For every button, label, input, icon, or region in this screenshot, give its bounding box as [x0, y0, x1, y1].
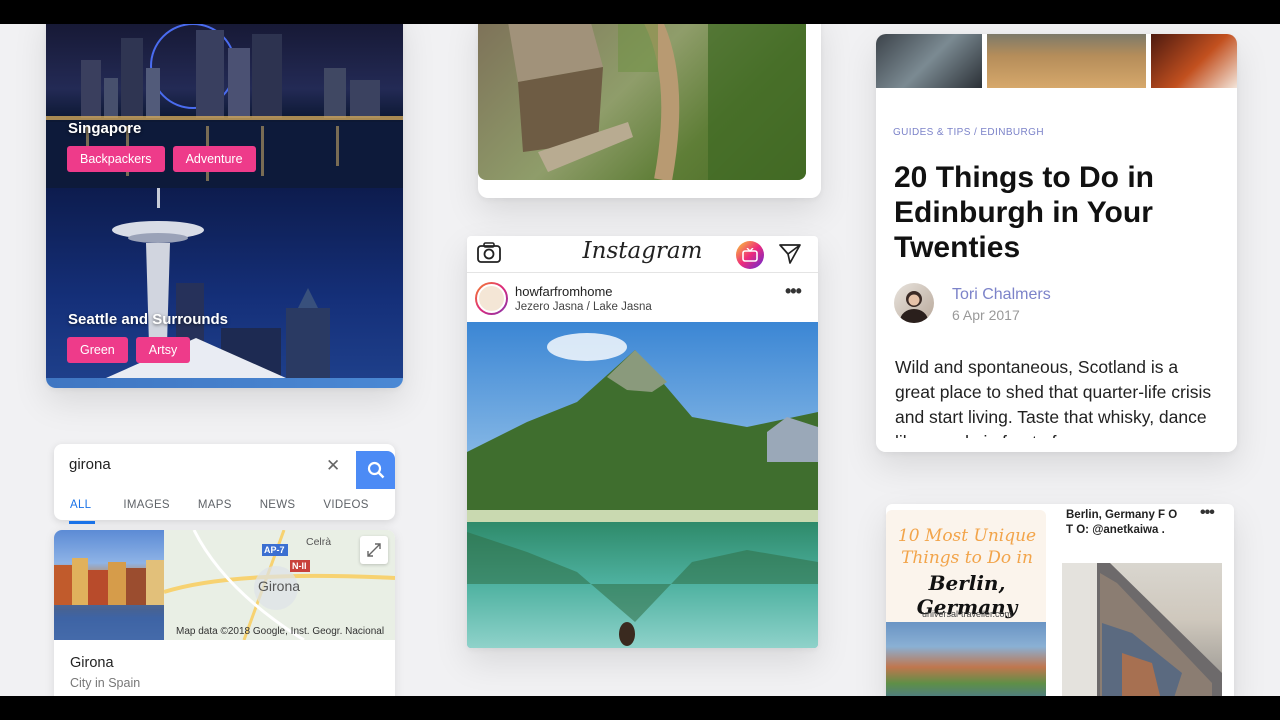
expand-icon	[367, 543, 381, 557]
destination-name-singapore: Singapore	[68, 120, 142, 137]
next-destination-tile[interactable]	[46, 378, 403, 388]
map-label-ap7: AP-7	[264, 545, 285, 555]
singapore-tags: Backpackers Adventure	[67, 146, 256, 172]
post-author-row: howfarfromhome Jezero Jasna / Lake Jasna…	[467, 274, 818, 322]
post-location[interactable]: Jezero Jasna / Lake Jasna	[515, 301, 652, 313]
result-title[interactable]: Girona	[70, 655, 114, 671]
search-icon	[367, 461, 384, 479]
more-options-icon[interactable]: •••	[785, 281, 802, 302]
girona-map[interactable]: AP-7 N-II Celrà Girona Map data ©2018 Go…	[164, 530, 395, 640]
breadcrumb[interactable]: GUIDES & TIPS / EDINBURGH	[893, 127, 1044, 138]
instagram-card: Instagram howfarfromhome Jezero Jasna / …	[467, 236, 818, 648]
direct-message-icon[interactable]	[778, 242, 802, 266]
article-title[interactable]: 20 Things to Do in Edinburgh in Your Twe…	[894, 160, 1224, 265]
article-photo-3[interactable]	[1151, 34, 1237, 88]
berlin-wall-image	[1062, 563, 1222, 696]
poster-photo	[886, 622, 1046, 696]
author-avatar[interactable]	[894, 283, 934, 323]
expand-map-button[interactable]	[360, 536, 388, 564]
girona-houses-image	[54, 558, 164, 640]
search-button[interactable]	[356, 451, 395, 489]
pin-caption: Berlin, Germany F O T O: @anetkaiwa .	[1066, 509, 1178, 536]
article-fade	[876, 438, 1237, 452]
pin-poster[interactable]: 10 Most Unique Things to Do in Berlin, G…	[886, 510, 1046, 696]
collage-stage: Singapore Backpackers Adventure Seattle …	[0, 24, 1280, 696]
tag-backpackers[interactable]: Backpackers	[67, 146, 165, 172]
poster-title: 10 Most Unique Things to Do in	[897, 526, 1037, 568]
berlin-wall-photo[interactable]	[1062, 563, 1222, 696]
girona-photo[interactable]	[54, 530, 164, 640]
map-credit: Map data ©2018 Google, Inst. Geogr. Naci…	[176, 626, 385, 637]
treehouse-photo[interactable]	[478, 24, 806, 180]
map-label-girona: Girona	[258, 578, 301, 594]
author-name[interactable]: Tori Chalmers	[952, 286, 1051, 304]
tab-images[interactable]: IMAGES	[123, 493, 170, 524]
post-photo[interactable]	[467, 322, 818, 648]
search-tabs: ALL IMAGES MAPS NEWS VIDEOS	[54, 493, 395, 524]
article-photo-2[interactable]	[987, 34, 1146, 88]
map-label-celra: Celrà	[306, 536, 332, 548]
igtv-button[interactable]	[736, 241, 764, 269]
article-date: 6 Apr 2017	[952, 307, 1020, 323]
result-subtitle: City in Spain	[70, 676, 141, 690]
pin-card: 10 Most Unique Things to Do in Berlin, G…	[886, 504, 1234, 696]
search-bar: girona ✕ ALL IMAGES MAPS NEWS VIDEOS	[54, 444, 395, 524]
girona-result-card[interactable]: AP-7 N-II Celrà Girona Map data ©2018 Go…	[54, 530, 395, 696]
lake-mountain-image	[467, 322, 818, 648]
destination-name-seattle: Seattle and Surrounds	[68, 311, 229, 328]
post-username[interactable]: howfarfromhome	[515, 284, 613, 299]
article-photo-1[interactable]	[876, 34, 982, 88]
tag-green[interactable]: Green	[67, 337, 128, 363]
pin-more-options-icon[interactable]: •••	[1200, 504, 1215, 522]
article-card: GUIDES & TIPS / EDINBURGH 20 Things to D…	[876, 34, 1237, 452]
tab-maps[interactable]: MAPS	[198, 493, 232, 524]
tag-artsy[interactable]: Artsy	[135, 337, 191, 363]
destination-card: Singapore Backpackers Adventure Seattle …	[46, 24, 403, 388]
tab-news[interactable]: NEWS	[260, 493, 296, 524]
post-avatar[interactable]	[475, 282, 508, 315]
tab-videos[interactable]: VIDEOS	[323, 493, 368, 524]
article-photo-strip	[876, 34, 1237, 88]
map-label-n2: N-II	[292, 561, 307, 571]
seattle-tile[interactable]: Seattle and Surrounds Green Artsy	[46, 188, 403, 378]
instagram-header: Instagram	[467, 236, 818, 273]
search-input[interactable]: girona	[69, 456, 111, 473]
singapore-tile[interactable]: Singapore Backpackers Adventure	[46, 24, 403, 188]
tag-adventure[interactable]: Adventure	[172, 146, 256, 172]
poster-url: universal-traveller.com	[921, 609, 1013, 619]
clear-search-icon[interactable]: ✕	[326, 456, 340, 476]
instagram-logo: Instagram	[582, 238, 703, 264]
google-search-card: girona ✕ ALL IMAGES MAPS NEWS VIDEOS AP-…	[54, 437, 395, 696]
treehouse-image	[508, 24, 806, 180]
igtv-icon	[742, 248, 758, 262]
author-portrait-image	[900, 291, 928, 323]
tab-all[interactable]: ALL	[69, 493, 96, 524]
seattle-tags: Green Artsy	[67, 337, 191, 363]
cabin-photo-card	[478, 24, 821, 198]
